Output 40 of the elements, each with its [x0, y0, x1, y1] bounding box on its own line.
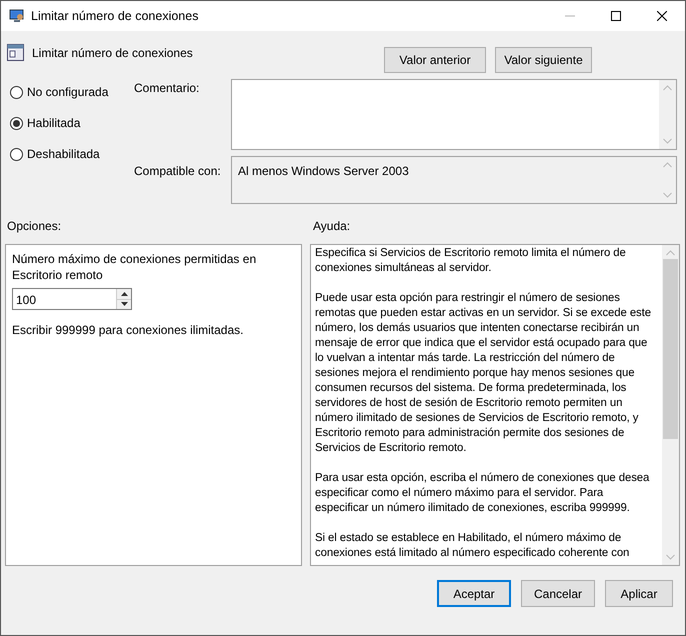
down-arrow-icon: [120, 302, 128, 306]
comment-label: Comentario:: [134, 80, 200, 97]
apply-button[interactable]: Aplicar: [605, 580, 673, 607]
max-connections-label: Número máximo de conexiones permitidas en Escritorio remoto: [12, 251, 258, 283]
comment-field[interactable]: [231, 79, 677, 150]
compatible-field[interactable]: Al menos Windows Server 2003: [231, 156, 677, 204]
policy-name: Limitar número de conexiones: [32, 45, 194, 62]
scrollbar[interactable]: [662, 245, 679, 565]
scroll-down-icon[interactable]: [663, 138, 672, 144]
compatible-label: Compatible con:: [134, 163, 222, 180]
previous-setting-button[interactable]: Valor anterior: [384, 47, 486, 73]
maximize-icon[interactable]: [611, 11, 621, 21]
state-radio[interactable]: Habilitada: [10, 114, 134, 132]
unlimited-hint: Escribir 999999 para conexiones ilimitadas.: [12, 322, 244, 339]
spinner-value: 100: [15, 292, 38, 309]
connections-spinner[interactable]: 100: [12, 288, 132, 310]
ok-button[interactable]: Aceptar: [437, 580, 511, 607]
cancel-button[interactable]: Cancelar: [521, 580, 595, 607]
close-icon[interactable]: [657, 11, 667, 21]
scroll-up-icon[interactable]: [666, 250, 675, 256]
up-arrow-icon: [120, 292, 128, 296]
scroll-up-icon[interactable]: [663, 162, 672, 168]
scroll-up-icon[interactable]: [663, 85, 672, 91]
spin-up-button[interactable]: [117, 289, 131, 300]
settings-window-icon: [7, 44, 24, 61]
help-paragraph: Para usar esta opción, escriba el número de conexiones que desea especificar como el número máximo para el servidor. Para especificar un número ilimitado de conexiones, escriba 999999.: [315, 471, 650, 516]
help-paragraph: Si el estado se establece en Habilitado, el número máximo de conexiones está limitado al número especificado coherente con: [315, 531, 630, 561]
help-paragraph: Puede usar esta opción para restringir el número de sesiones remotas que pueden estar activas en un servidor. Si se excede este número, los demás usuarios que intenten conectarse recibirán un mensaje de error que indica que el servidor está ocupado para que lo vuelvan a intentar más tarde. La restricción del número de sesiones mejora el rendimiento porque hay menos sesiones que consumen recursos del sistema. De forma predeterminada, los servidores de host de sesión de Escritorio remoto permiten un número ilimitado de sesiones de Servicios de Escritorio remoto, y Escritorio remoto para administración permite dos sesiones de Servicios de Escritorio remoto.: [315, 291, 652, 456]
scrollbar[interactable]: [659, 80, 676, 149]
window-title: Limitar número de conexiones: [31, 8, 200, 25]
help-paragraph: Especifica si Servicios de Escritorio remoto limita el número de conexiones simultáneas al servidor.: [315, 246, 627, 276]
state-radio[interactable]: No configurada: [10, 83, 134, 101]
next-setting-button[interactable]: Valor siguiente: [495, 47, 592, 73]
computer-icon: [9, 8, 25, 24]
options-label: Opciones:: [7, 218, 62, 235]
scroll-down-icon[interactable]: [666, 554, 675, 560]
scroll-down-icon[interactable]: [663, 192, 672, 198]
help-label: Ayuda:: [313, 218, 350, 235]
state-radio[interactable]: Deshabilitada: [10, 145, 134, 163]
scroll-thumb[interactable]: [663, 259, 678, 439]
